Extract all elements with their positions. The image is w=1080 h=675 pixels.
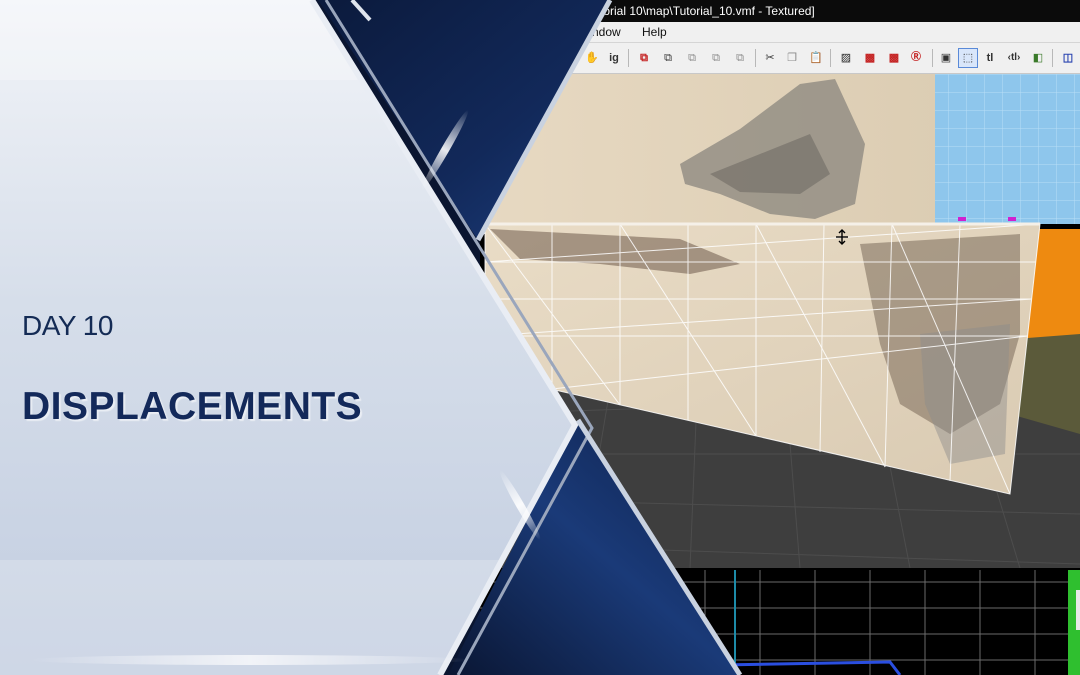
window-title: torial 10\map\Tutorial_10.vmf - Textured… — [600, 4, 815, 18]
toolbar-separator — [932, 49, 933, 67]
auto-visgroup-icon[interactable]: ◧ — [1028, 48, 1048, 68]
quick-hide-icon[interactable]: ◫ — [1058, 48, 1078, 68]
vertex-handle[interactable] — [1008, 217, 1016, 221]
toolbar-separator — [1052, 49, 1053, 67]
toolbar-separator — [755, 49, 756, 67]
vertex-handle[interactable] — [958, 217, 966, 221]
toolbar-separator — [628, 49, 629, 67]
texture-scale-lock-button[interactable]: ‹tl› — [1002, 48, 1026, 68]
tie-to-entity-icon[interactable]: ⧉ — [682, 48, 702, 68]
panel-bevel-edge — [350, 0, 372, 22]
hand-icon[interactable]: ✋ — [582, 48, 602, 68]
3d-viewport[interactable] — [480, 74, 1080, 568]
paste-icon[interactable]: 📋 — [806, 48, 826, 68]
ungroup-icon[interactable]: ⧉ — [658, 48, 678, 68]
copy-icon[interactable]: ❐ — [782, 48, 802, 68]
hammer-editor-window: torial 10\map\Tutorial_10.vmf - Textured… — [480, 0, 1080, 675]
group-icon[interactable]: ⧉ — [634, 48, 654, 68]
texture-lock-button[interactable]: tl — [980, 48, 1000, 68]
selection-box-icon[interactable]: ▣ — [936, 48, 956, 68]
light-glow — [30, 655, 470, 665]
move-to-world-icon[interactable]: ⧉ — [706, 48, 726, 68]
light-glow — [421, 110, 469, 190]
make-hollow-icon[interactable]: ▩ — [860, 48, 880, 68]
2d-top-viewport[interactable] — [480, 570, 1080, 675]
hide-icon[interactable]: ⧉ — [730, 48, 750, 68]
menu-window[interactable]: ndow — [592, 22, 621, 42]
select-tool-icon[interactable]: ⬚ — [958, 48, 978, 68]
screenshot-stage: torial 10\map\Tutorial_10.vmf - Textured… — [0, 0, 1080, 675]
cut-icon[interactable]: ✂ — [760, 48, 780, 68]
panel-highlight — [0, 560, 500, 675]
clip-icon[interactable]: ▩ — [884, 48, 904, 68]
toolbar-separator — [830, 49, 831, 67]
day-label: DAY 10 — [22, 310, 113, 341]
menu-help[interactable]: Help — [642, 22, 667, 42]
carve-icon[interactable]: ▨ — [836, 48, 856, 68]
main-toolbar: ✋ ig ⧉ ⧉ ⧉ ⧉ ⧉ ✂ ❐ 📋 ▨ ▩ ▩ Ⓡ ▣ ⬚ tl ‹tl›… — [480, 43, 1080, 74]
window-title-bar: torial 10\map\Tutorial_10.vmf - Textured… — [480, 0, 1080, 22]
2d-scrollbar[interactable] — [1076, 590, 1080, 630]
redo-icon[interactable]: Ⓡ — [906, 48, 926, 68]
skybox-grid — [935, 74, 1080, 224]
ignore-groups-button[interactable]: ig — [604, 48, 624, 68]
tutorial-title: DISPLACEMENTS — [22, 385, 363, 428]
panel-highlight — [0, 0, 360, 80]
menu-bar: ndow Help — [480, 22, 1080, 43]
